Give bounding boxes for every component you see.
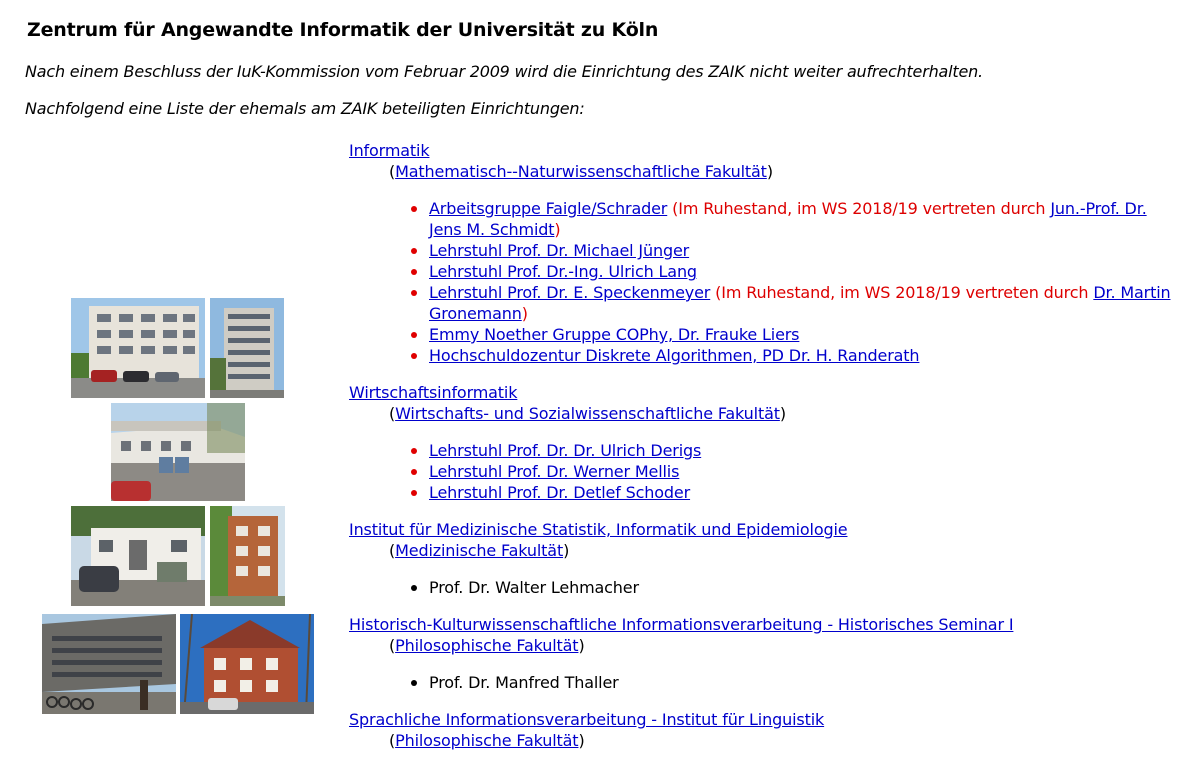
institution-list: Informatik (Mathematisch--Naturwissensch…: [349, 140, 1179, 767]
section-linguistik: Sprachliche Informationsverarbeitung - I…: [349, 709, 1179, 751]
section-medizin: Institut für Medizinische Statistik, Inf…: [349, 519, 1179, 598]
faculty-link[interactable]: Medizinische Fakultät: [395, 541, 563, 560]
building-photo: [210, 298, 284, 398]
faculty-link[interactable]: Philosophische Fakultät: [395, 731, 578, 750]
chair-list: Lehrstuhl Prof. Dr. Dr. Ulrich Derigs Le…: [349, 440, 1179, 503]
chair-list: Arbeitsgruppe Faigle/Schrader (Im Ruhest…: [349, 198, 1179, 366]
faculty-link[interactable]: Wirtschafts- und Sozialwissenschaftliche…: [395, 404, 780, 423]
section-informatik: Informatik (Mathematisch--Naturwissensch…: [349, 140, 1179, 366]
person-name: Prof. Dr. Walter Lehmacher: [429, 578, 639, 597]
list-item: Lehrstuhl Prof. Dr. E. Speckenmeyer (Im …: [411, 282, 1179, 324]
building-photo: [71, 506, 205, 606]
chair-link[interactable]: Emmy Noether Gruppe COPhy, Dr. Frauke Li…: [429, 325, 800, 344]
chair-link[interactable]: Hochschuldozentur Diskrete Algorithmen, …: [429, 346, 920, 365]
institution-link[interactable]: Historisch-Kulturwissenschaftliche Infor…: [349, 615, 1014, 634]
institution-link[interactable]: Wirtschaftsinformatik: [349, 383, 517, 402]
building-photo: [180, 614, 314, 714]
list-item: Lehrstuhl Prof. Dr. Dr. Ulrich Derigs: [411, 440, 1179, 461]
faculty-line: (Medizinische Fakultät): [389, 541, 570, 560]
list-item: Lehrstuhl Prof. Dr.-Ing. Ulrich Lang: [411, 261, 1179, 282]
list-item: Lehrstuhl Prof. Dr. Michael Jünger: [411, 240, 1179, 261]
faculty-line: (Philosophische Fakultät): [389, 636, 585, 655]
chair-link[interactable]: Lehrstuhl Prof. Dr. Dr. Ulrich Derigs: [429, 441, 701, 460]
section-historisch: Historisch-Kulturwissenschaftliche Infor…: [349, 614, 1179, 693]
list-item: Lehrstuhl Prof. Dr. Werner Mellis: [411, 461, 1179, 482]
section-wirtschaftsinformatik: Wirtschaftsinformatik (Wirtschafts- und …: [349, 382, 1179, 503]
faculty-link[interactable]: Philosophische Fakultät: [395, 636, 578, 655]
faculty-link[interactable]: Mathematisch--Naturwissenschaftliche Fak…: [395, 162, 767, 181]
faculty-line: (Mathematisch--Naturwissenschaftliche Fa…: [389, 162, 773, 181]
chair-link[interactable]: Lehrstuhl Prof. Dr. E. Speckenmeyer: [429, 283, 710, 302]
photo-column: [0, 0, 340, 740]
chair-link[interactable]: Lehrstuhl Prof. Dr. Werner Mellis: [429, 462, 679, 481]
faculty-line: (Philosophische Fakultät): [389, 731, 585, 750]
chair-list: Prof. Dr. Walter Lehmacher: [349, 577, 1179, 598]
list-item: Arbeitsgruppe Faigle/Schrader (Im Ruhest…: [411, 198, 1179, 240]
building-photo: [71, 298, 205, 398]
list-item: Prof. Dr. Walter Lehmacher: [411, 577, 1179, 598]
institution-link[interactable]: Informatik: [349, 141, 430, 160]
list-item: Prof. Dr. Manfred Thaller: [411, 672, 1179, 693]
institution-link[interactable]: Institut für Medizinische Statistik, Inf…: [349, 520, 848, 539]
chair-link[interactable]: Lehrstuhl Prof. Dr.-Ing. Ulrich Lang: [429, 262, 697, 281]
building-photo: [210, 506, 285, 606]
building-photo: [111, 403, 245, 501]
chair-link[interactable]: Lehrstuhl Prof. Dr. Detlef Schoder: [429, 483, 690, 502]
chair-link[interactable]: Arbeitsgruppe Faigle/Schrader: [429, 199, 667, 218]
chair-link[interactable]: Lehrstuhl Prof. Dr. Michael Jünger: [429, 241, 689, 260]
institution-link[interactable]: Sprachliche Informationsverarbeitung - I…: [349, 710, 824, 729]
list-item: Emmy Noether Gruppe COPhy, Dr. Frauke Li…: [411, 324, 1179, 345]
chair-list: Prof. Dr. Manfred Thaller: [349, 672, 1179, 693]
person-name: Prof. Dr. Manfred Thaller: [429, 673, 619, 692]
faculty-line: (Wirtschafts- und Sozialwissenschaftlich…: [389, 404, 786, 423]
building-photo: [42, 614, 176, 714]
list-item: Hochschuldozentur Diskrete Algorithmen, …: [411, 345, 1179, 366]
list-item: Lehrstuhl Prof. Dr. Detlef Schoder: [411, 482, 1179, 503]
